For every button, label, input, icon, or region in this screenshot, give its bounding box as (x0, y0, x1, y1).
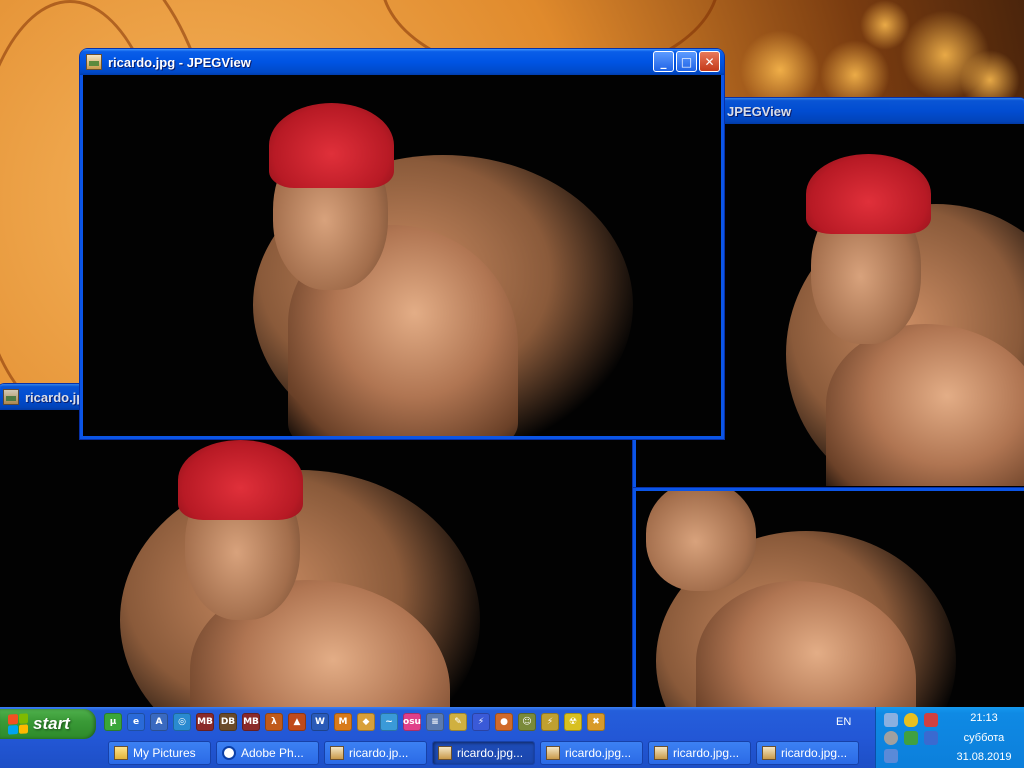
taskbar: start μ e A ◎ MB DB MB λ ▲ W M ◆ ~ osu ≡ ✎ ⚡ ● ☺ ⚡ ☢ ✖ EN My … (0, 707, 1024, 768)
window-back-left-image (0, 410, 634, 711)
network-icon[interactable] (884, 713, 898, 727)
wallpaper-bokeh (860, 0, 910, 50)
taskbar-button[interactable]: ricardo.jp... (324, 741, 427, 765)
winamp-icon[interactable]: ⚡ (472, 713, 490, 731)
jpegview-icon (3, 389, 19, 405)
clock-time[interactable]: 21:13 (944, 712, 1024, 724)
taskbar-button[interactable]: ricardo.jpg... (540, 741, 643, 765)
window-front-image (83, 75, 721, 436)
start-label: start (33, 714, 70, 733)
window-lower-right-image (636, 491, 1024, 711)
connection-icon[interactable] (924, 731, 938, 745)
close-button[interactable]: ✕ (699, 51, 720, 72)
window-controls: _ □ ✕ (653, 51, 720, 72)
taskbar-button-label: My Pictures (133, 746, 196, 760)
folder-icon (114, 746, 128, 760)
game2-icon[interactable]: MB (242, 713, 260, 731)
jpegview-icon (438, 746, 452, 760)
font-icon[interactable]: A (150, 713, 168, 731)
start-button[interactable]: start (0, 709, 96, 739)
clock-day: суббота (963, 732, 1005, 744)
jpegview-icon (762, 746, 776, 760)
taskbar-button-label: ricardo.jpg... (781, 746, 848, 760)
notepad-icon[interactable]: ≡ (426, 713, 444, 731)
system-tray: 21:13 суббота 31.08.2019 (875, 707, 1024, 768)
language-indicator[interactable]: EN (836, 716, 851, 728)
network-disconnected-icon[interactable] (924, 713, 938, 727)
jpegview-icon (86, 54, 102, 70)
radiation-icon[interactable]: ☢ (564, 713, 582, 731)
utorrent-tray-icon[interactable] (904, 731, 918, 745)
ie-icon[interactable]: e (127, 713, 145, 731)
halflife-icon[interactable]: λ (265, 713, 283, 731)
bird-icon[interactable]: ~ (380, 713, 398, 731)
taskbar-button-label: ricardo.jpg... (673, 746, 740, 760)
maximize-button[interactable]: □ (676, 51, 697, 72)
utorrent-icon[interactable]: μ (104, 713, 122, 731)
browser-icon[interactable]: ◎ (173, 713, 191, 731)
speaker-icon[interactable] (884, 731, 898, 745)
word-icon[interactable]: W (311, 713, 329, 731)
tools-icon[interactable]: ✖ (587, 713, 605, 731)
window-back-right-title: JPEGView (727, 103, 792, 119)
jpegview-icon (330, 746, 344, 760)
taskbar-button-label: ricardo.jpg... (457, 746, 524, 760)
taskbar-button-label: Adobe Ph... (241, 746, 304, 760)
photoshop-icon (222, 746, 236, 760)
osu-icon[interactable]: osu (403, 713, 421, 731)
security-shield-icon[interactable] (904, 713, 918, 727)
clock-date: 31.08.2019 (956, 751, 1012, 763)
window-front[interactable]: ricardo.jpg - JPEGView _ □ ✕ (80, 49, 724, 439)
taskbar-button[interactable]: ricardo.jpg... (756, 741, 859, 765)
window-lower-right[interactable] (633, 488, 1024, 714)
app-tray-icon[interactable] (884, 749, 898, 763)
taskbar-button[interactable]: ricardo.jpg... (648, 741, 751, 765)
face-icon[interactable]: ☺ (518, 713, 536, 731)
image-icon[interactable]: ✎ (449, 713, 467, 731)
windows-flag-icon (8, 713, 28, 735)
window-front-title: ricardo.jpg - JPEGView (108, 54, 251, 70)
taskbar-button[interactable]: My Pictures (108, 741, 211, 765)
jpegview-icon (546, 746, 560, 760)
ricardo-photo (83, 75, 721, 436)
launcher-icon[interactable]: ▲ (288, 713, 306, 731)
game-icon[interactable]: MB (196, 713, 214, 731)
tool-icon[interactable]: ◆ (357, 713, 375, 731)
taskbar-button-label: ricardo.jpg... (565, 746, 632, 760)
plugin-icon[interactable]: ⚡ (541, 713, 559, 731)
minimize-button[interactable]: _ (653, 51, 674, 72)
ricardo-photo (636, 491, 1024, 711)
dosbox-icon[interactable]: DB (219, 713, 237, 731)
quick-launch-bar: μ e A ◎ MB DB MB λ ▲ W M ◆ ~ osu ≡ ✎ ⚡ ● ☺ ⚡ ☢ ✖ (104, 713, 605, 731)
window-front-titlebar[interactable]: ricardo.jpg - JPEGView _ □ ✕ (80, 49, 724, 75)
taskbar-button[interactable]: ricardo.jpg... (432, 741, 535, 765)
taskbar-button-label: ricardo.jp... (349, 746, 409, 760)
taskbar-buttons: My Pictures Adobe Ph... ricardo.jp... ricar… (108, 741, 859, 765)
jpegview-icon (654, 746, 668, 760)
media-icon[interactable]: ● (495, 713, 513, 731)
ricardo-photo (0, 410, 634, 711)
taskbar-button[interactable]: Adobe Ph... (216, 741, 319, 765)
mcafee-icon[interactable]: M (334, 713, 352, 731)
